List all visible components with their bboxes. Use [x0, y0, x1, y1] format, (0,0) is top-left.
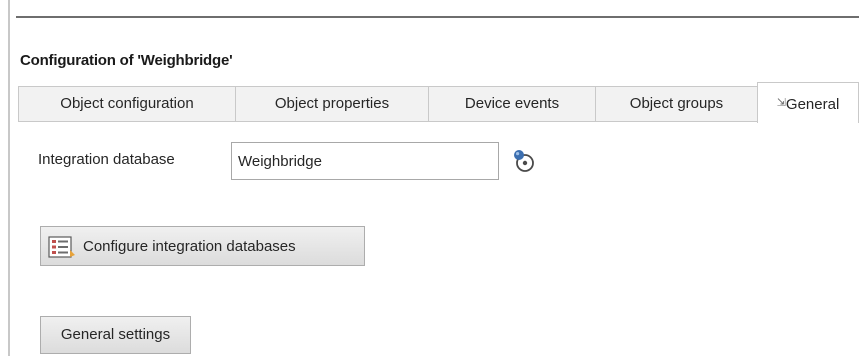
configuration-window: Configuration of 'Weighbridge' Object co…: [0, 0, 859, 356]
general-settings-button[interactable]: General settings: [40, 316, 191, 354]
page-title: Configuration of 'Weighbridge': [20, 52, 233, 69]
tab-label: General: [785, 96, 840, 113]
configure-button-label: Configure integration databases: [83, 238, 296, 255]
configure-integration-databases-button[interactable]: Configure integration databases: [40, 226, 365, 266]
tab-object-configuration[interactable]: Object configuration: [18, 86, 236, 122]
general-settings-label: General settings: [60, 326, 171, 343]
left-border: [8, 0, 10, 356]
tab-general[interactable]: ⇲General: [757, 82, 859, 123]
integration-database-input[interactable]: [231, 142, 499, 180]
tab-label: Object groups: [629, 95, 724, 112]
integration-database-label: Integration database: [38, 151, 175, 168]
tab-label: Object properties: [274, 95, 390, 112]
top-divider: [16, 16, 859, 18]
select-icon[interactable]: [510, 146, 542, 176]
tab-label: Device events: [464, 95, 560, 112]
tab-strip: Object configuration Object properties D…: [18, 82, 859, 123]
resize-arrow-icon: ⇲: [776, 97, 786, 109]
tab-label: Object configuration: [60, 95, 194, 112]
tab-object-properties[interactable]: Object properties: [235, 86, 429, 122]
tab-device-events[interactable]: Device events: [428, 86, 596, 122]
tab-object-groups[interactable]: Object groups: [595, 86, 758, 122]
database-list-icon: [48, 236, 76, 258]
